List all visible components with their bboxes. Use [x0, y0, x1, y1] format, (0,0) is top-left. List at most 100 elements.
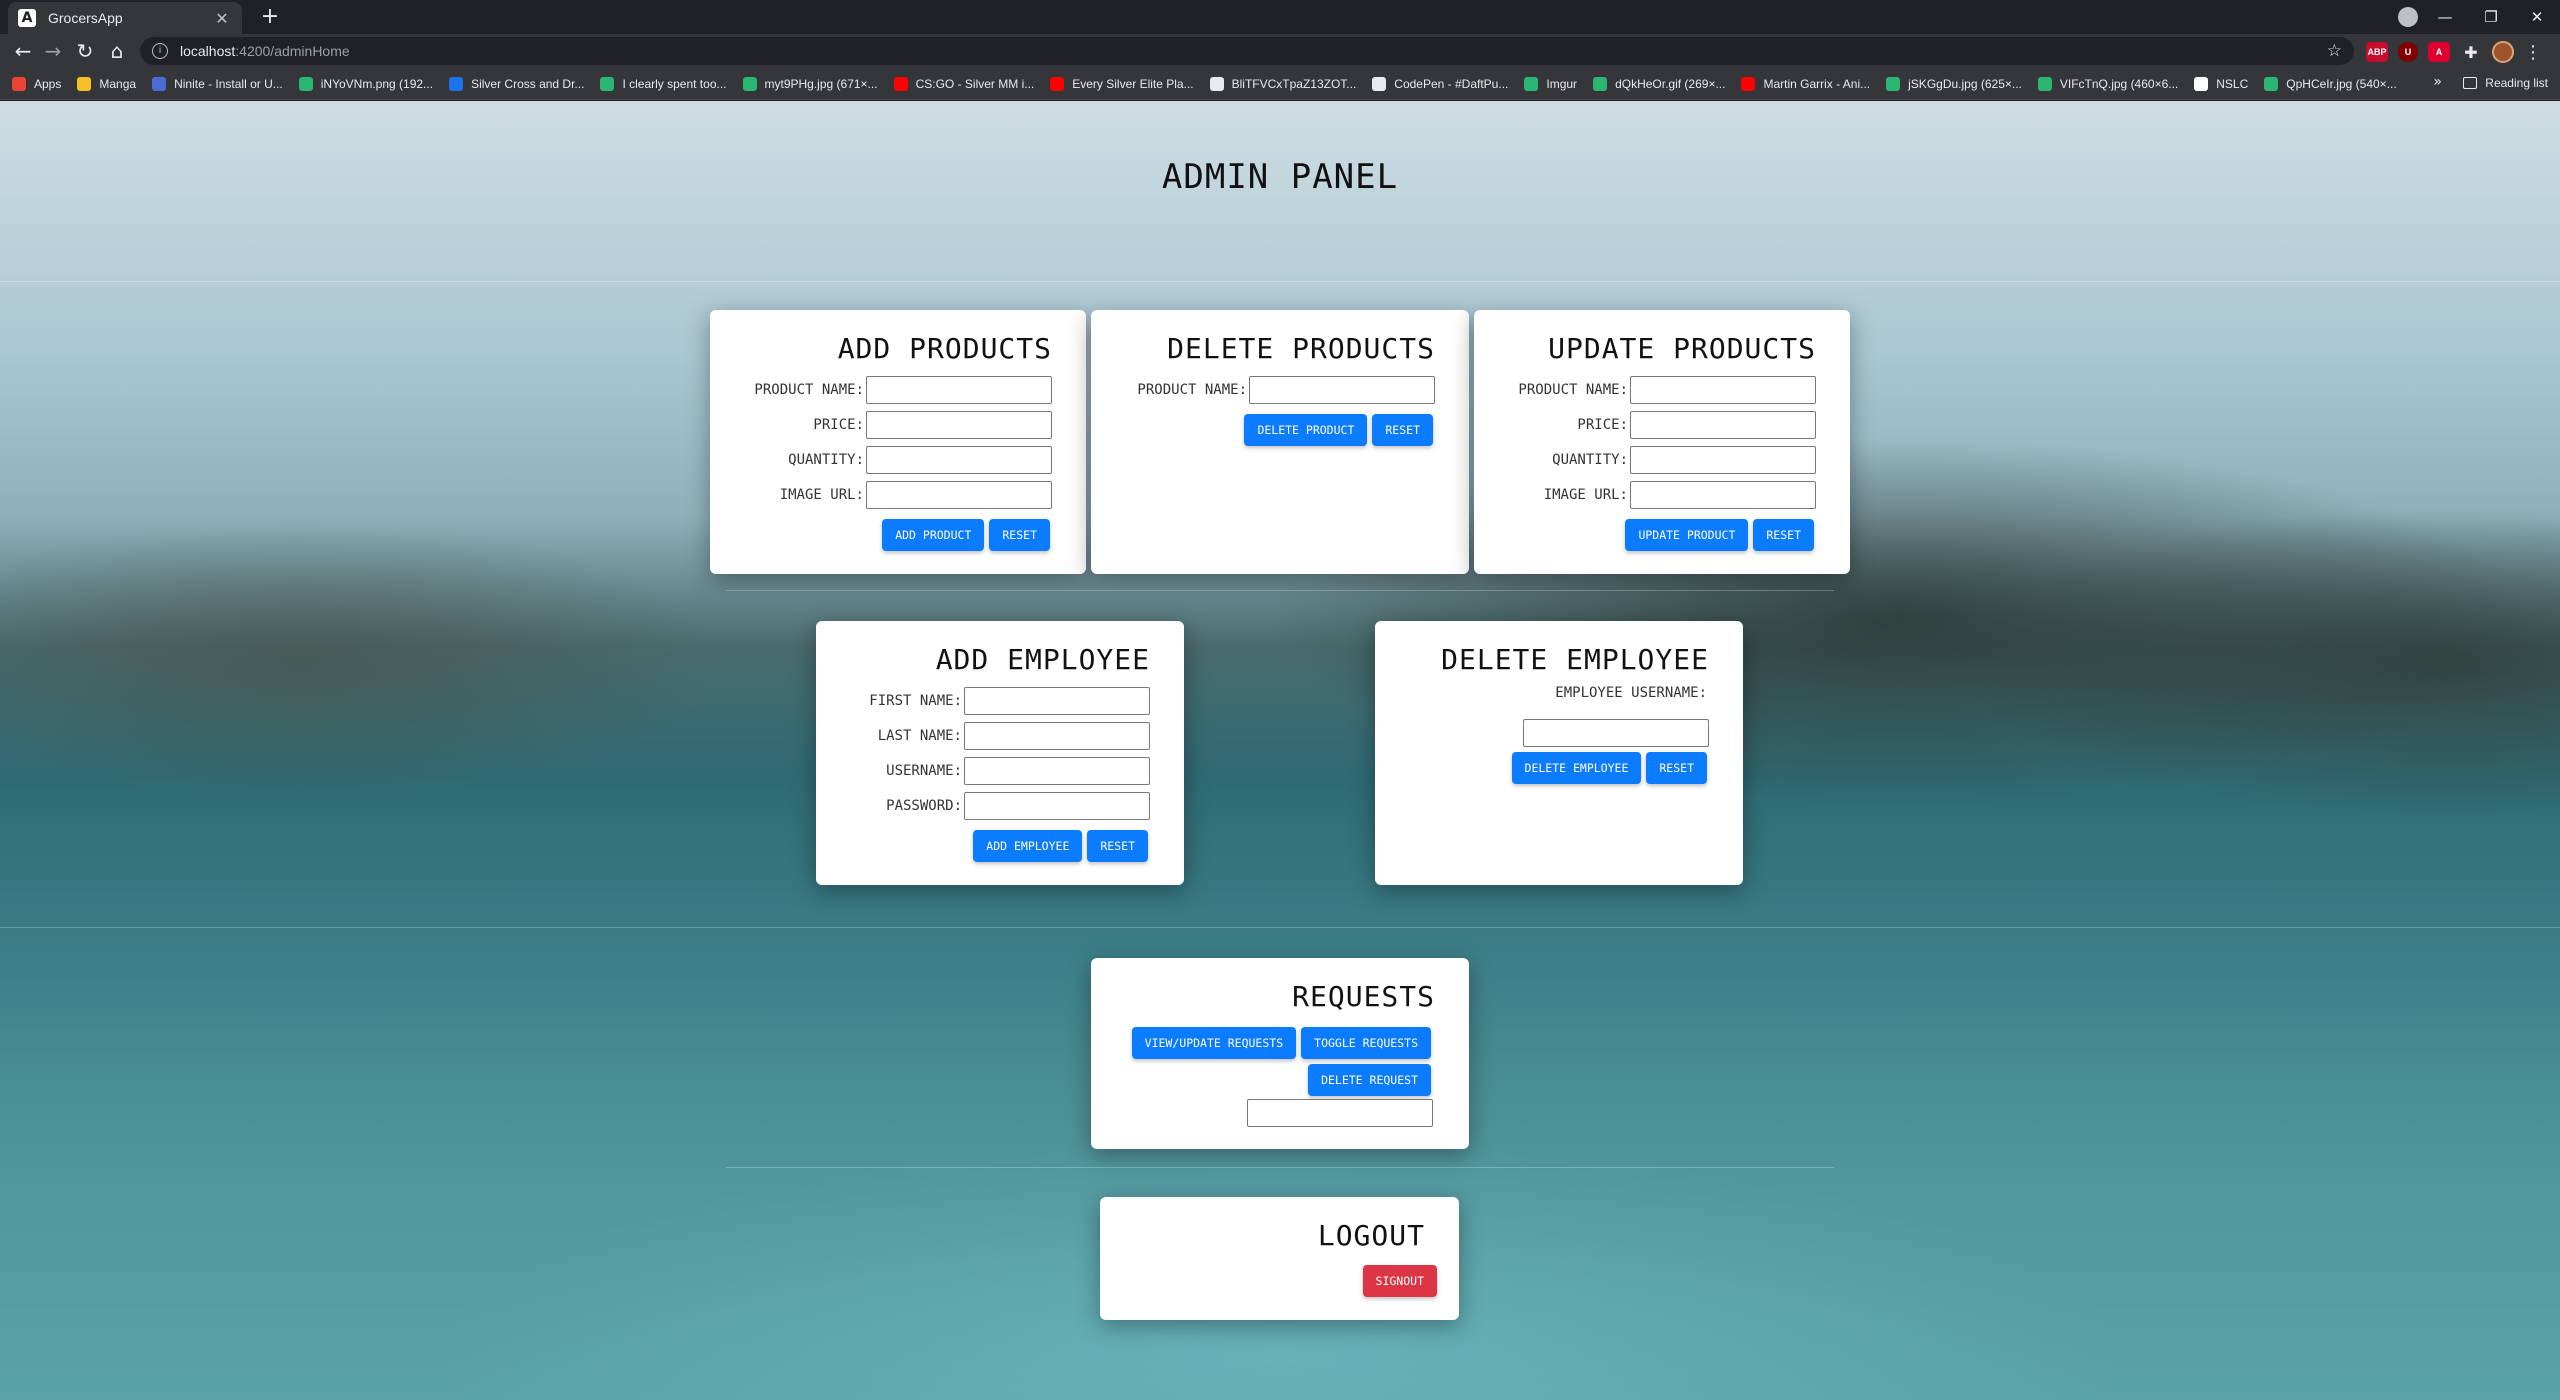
- price-input[interactable]: [866, 411, 1052, 439]
- tab-title: GrocersApp: [48, 10, 123, 26]
- product-name-input[interactable]: [866, 376, 1052, 404]
- password-input[interactable]: [964, 792, 1150, 820]
- signout-button[interactable]: SIGNOUT: [1362, 1265, 1437, 1297]
- quantity-row: QUANTITY:: [788, 446, 1052, 474]
- price-row: PRICE:: [813, 411, 1052, 439]
- bookmark-favicon-icon: [152, 76, 167, 91]
- delete-request-button[interactable]: DELETE REQUEST: [1308, 1064, 1431, 1096]
- bookmark-item[interactable]: Martin Garrix - Ani...: [1741, 76, 1871, 91]
- request-id-row: [1247, 1099, 1433, 1127]
- bookmark-item[interactable]: CS:GO - Silver MM i...: [893, 76, 1034, 91]
- bookmark-item[interactable]: jSKGgDu.jpg (625×...: [1886, 76, 2022, 91]
- browser-menu-icon[interactable]: ⋮: [2524, 42, 2542, 63]
- employee-username-label: EMPLOYEE USERNAME:: [1555, 685, 1707, 701]
- home-icon[interactable]: ⌂: [104, 38, 130, 64]
- extensions-puzzle-icon[interactable]: ✚: [2460, 42, 2482, 62]
- site-info-icon[interactable]: i: [152, 43, 168, 59]
- bookmark-favicon-icon: [2264, 76, 2279, 91]
- logout-actions: SIGNOUT: [1362, 1265, 1437, 1297]
- delete-products-actions: DELETE PRODUCT RESET: [1244, 414, 1433, 446]
- last-name-input[interactable]: [964, 722, 1150, 750]
- reload-icon[interactable]: ↻: [72, 38, 98, 64]
- username-label: USERNAME:: [886, 763, 962, 779]
- update-product-reset-button[interactable]: RESET: [1753, 519, 1814, 551]
- update-product-button[interactable]: UPDATE PRODUCT: [1625, 519, 1749, 551]
- url-host: localhost: [180, 43, 236, 59]
- bookmark-label: I clearly spent too...: [622, 76, 727, 91]
- back-icon[interactable]: ←: [10, 38, 36, 64]
- bookmark-label: dQkHeOr.gif (269×...: [1615, 76, 1726, 91]
- delete-employee-reset-button[interactable]: RESET: [1646, 752, 1707, 784]
- bookmark-item[interactable]: BliTFVCxTpaZ13ZOT...: [1209, 76, 1356, 91]
- bookmark-item[interactable]: VIFcTnQ.jpg (460×6...: [2037, 76, 2178, 91]
- address-bar[interactable]: i localhost:4200/adminHome ☆: [140, 37, 2354, 65]
- bookmark-item[interactable]: dQkHeOr.gif (269×...: [1593, 76, 1726, 91]
- bookmark-item[interactable]: Imgur: [1524, 76, 1577, 91]
- delete-employee-button[interactable]: DELETE EMPLOYEE: [1511, 752, 1642, 784]
- username-input[interactable]: [964, 757, 1150, 785]
- bookmark-label: Ninite - Install or U...: [174, 76, 283, 91]
- update-products-title: UPDATE PRODUCTS: [1548, 332, 1816, 365]
- add-employee-reset-button[interactable]: RESET: [1087, 830, 1148, 862]
- update-product-name-input[interactable]: [1630, 376, 1816, 404]
- update-image-url-input[interactable]: [1630, 481, 1816, 509]
- bookmark-item[interactable]: Manga: [77, 76, 136, 91]
- update-quantity-row: QUANTITY:: [1552, 446, 1816, 474]
- bookmark-item[interactable]: NSLC: [2194, 76, 2248, 91]
- bookmark-label: Martin Garrix - Ani...: [1763, 76, 1871, 91]
- first-name-input[interactable]: [964, 687, 1150, 715]
- bookmark-item[interactable]: I clearly spent too...: [600, 76, 727, 91]
- bookmark-item[interactable]: Every Silver Elite Pla...: [1050, 76, 1194, 91]
- divider: [726, 590, 1834, 591]
- image-url-input[interactable]: [866, 481, 1052, 509]
- profile-avatar[interactable]: [2492, 41, 2514, 63]
- update-price-input[interactable]: [1630, 411, 1816, 439]
- ublock-icon[interactable]: U: [2398, 42, 2418, 62]
- page-title: ADMIN PANEL: [1161, 157, 1399, 197]
- divider: [726, 1167, 1834, 1168]
- request-id-input[interactable]: [1247, 1099, 1433, 1127]
- bookmark-item[interactable]: Ninite - Install or U...: [152, 76, 283, 91]
- new-tab-icon[interactable]: +: [258, 6, 282, 30]
- bookmark-favicon-icon: [1050, 76, 1065, 91]
- bookmark-item[interactable]: CodePen - #DaftPu...: [1372, 76, 1508, 91]
- delete-product-reset-button[interactable]: RESET: [1372, 414, 1433, 446]
- forward-icon[interactable]: →: [40, 38, 66, 64]
- angular-devtools-icon[interactable]: A: [2428, 42, 2450, 62]
- adblock-plus-icon[interactable]: ABP: [2366, 42, 2388, 62]
- bookmark-item[interactable]: Silver Cross and Dr...: [449, 76, 585, 91]
- quantity-label: QUANTITY:: [788, 452, 864, 468]
- update-price-label: PRICE:: [1577, 417, 1628, 433]
- bookmark-label: Silver Cross and Dr...: [471, 76, 585, 91]
- bookmark-item[interactable]: iNYoVNm.png (192...: [298, 76, 433, 91]
- add-product-reset-button[interactable]: RESET: [989, 519, 1050, 551]
- restore-icon[interactable]: ❐: [2468, 8, 2514, 26]
- minimize-icon[interactable]: —: [2422, 8, 2468, 26]
- delete-product-name-input[interactable]: [1249, 376, 1435, 404]
- update-product-name-row: PRODUCT NAME:: [1518, 376, 1816, 404]
- logout-card: LOGOUT SIGNOUT: [1100, 1197, 1459, 1320]
- browser-tab[interactable]: A GrocersApp ✕: [8, 2, 242, 34]
- add-product-button[interactable]: ADD PRODUCT: [882, 519, 985, 551]
- more-bookmarks-icon[interactable]: »: [2433, 74, 2442, 90]
- reading-list-label: Reading list: [2485, 76, 2548, 90]
- delete-product-button[interactable]: DELETE PRODUCT: [1244, 414, 1368, 446]
- delete-employee-actions: DELETE EMPLOYEE RESET: [1511, 752, 1707, 784]
- add-employee-button[interactable]: ADD EMPLOYEE: [973, 830, 1083, 862]
- employee-username-input[interactable]: [1523, 719, 1709, 747]
- reading-list-button[interactable]: Reading list: [2463, 76, 2548, 90]
- bookmark-star-icon[interactable]: ☆: [2327, 41, 2342, 61]
- tab-search-icon[interactable]: [2398, 7, 2418, 27]
- bookmark-favicon-icon: [1524, 76, 1539, 91]
- bookmark-item[interactable]: Apps: [12, 76, 61, 91]
- toggle-requests-button[interactable]: TOGGLE REQUESTS: [1301, 1027, 1431, 1059]
- quantity-input[interactable]: [866, 446, 1052, 474]
- first-name-row: FIRST NAME:: [869, 687, 1150, 715]
- bookmark-item[interactable]: QpHCeIr.jpg (540×...: [2264, 76, 2397, 91]
- view-update-requests-button[interactable]: VIEW/UPDATE REQUESTS: [1131, 1027, 1297, 1059]
- update-quantity-input[interactable]: [1630, 446, 1816, 474]
- first-name-label: FIRST NAME:: [869, 693, 962, 709]
- bookmark-item[interactable]: myt9PHg.jpg (671×...: [742, 76, 878, 91]
- close-window-icon[interactable]: ✕: [2514, 8, 2560, 26]
- close-tab-icon[interactable]: ✕: [212, 9, 232, 28]
